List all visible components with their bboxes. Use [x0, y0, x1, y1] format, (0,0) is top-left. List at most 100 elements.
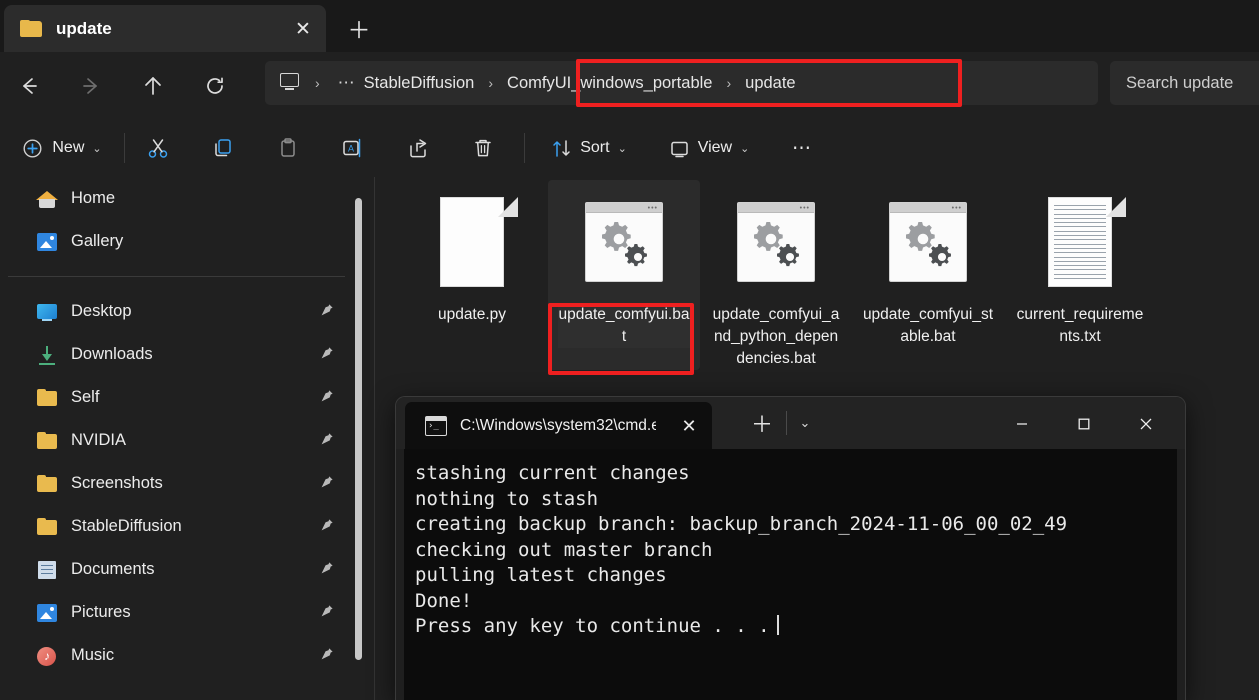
pin-icon[interactable] [319, 518, 335, 534]
file-name-label: current_requirements.txt [1016, 306, 1144, 345]
sidebar-item-label: Screenshots [71, 474, 163, 492]
share-button[interactable] [399, 129, 437, 167]
terminal-prompt-text: Press any key to continue . . . [415, 615, 770, 637]
sidebar-item-music[interactable]: ♪ Music [0, 634, 359, 677]
arrow-up-icon[interactable] [134, 67, 172, 105]
file-explorer-window: update ✕ ＋ › ⋯ StableDiffusion › ComfyUI… [0, 0, 1259, 700]
cut-button[interactable] [139, 129, 177, 167]
pin-icon[interactable] [319, 303, 335, 319]
maximize-button[interactable] [1061, 405, 1107, 443]
home-icon [36, 188, 58, 210]
sidebar-item-label: Documents [71, 560, 155, 578]
sidebar-item-documents[interactable]: Documents [0, 548, 359, 591]
breadcrumb-separator: › [488, 75, 494, 91]
sort-button[interactable]: Sort ⌄ [540, 129, 638, 167]
pin-icon[interactable] [319, 561, 335, 577]
search-placeholder: Search update [1126, 73, 1234, 92]
sidebar-item-screenshots[interactable]: Screenshots [0, 462, 359, 505]
terminal-tab-title: C:\Windows\system32\cmd.e [460, 416, 656, 434]
breadcrumb-overflow[interactable]: ⋯ [332, 73, 362, 93]
sidebar-item-label: Gallery [71, 232, 124, 250]
command-prompt-window[interactable]: C:\Windows\system32\cmd.e ✕ ＋ ⌄ stashing… [396, 397, 1185, 700]
folder-icon [36, 473, 58, 495]
refresh-icon[interactable] [196, 67, 234, 105]
share-icon [410, 139, 427, 158]
pin-icon[interactable] [319, 647, 335, 663]
breadcrumb-item-stablediffusion[interactable]: StableDiffusion [362, 71, 477, 96]
delete-button[interactable] [464, 129, 502, 167]
gallery-icon [36, 231, 58, 253]
pin-icon[interactable] [319, 475, 335, 491]
arrow-right-icon [72, 67, 110, 105]
close-icon[interactable]: ✕ [290, 16, 316, 42]
sidebar-item-label: StableDiffusion [71, 517, 182, 535]
sidebar-item-self[interactable]: Self [0, 376, 359, 419]
sidebar-item-stablediffusion[interactable]: StableDiffusion [0, 505, 359, 548]
copy-button[interactable] [204, 129, 242, 167]
rename-icon: A [343, 138, 361, 158]
sidebar-scrollbar[interactable] [355, 198, 362, 660]
search-input[interactable]: Search update [1110, 61, 1259, 105]
toolbar-divider [524, 133, 525, 163]
sidebar-item-pictures[interactable]: Pictures [0, 591, 359, 634]
bat-file-icon: ••• [578, 188, 670, 296]
sidebar-item-gallery[interactable]: Gallery [0, 220, 359, 263]
chevron-down-icon[interactable]: ⌄ [792, 410, 818, 436]
sidebar-item-home[interactable]: Home [0, 177, 359, 220]
close-button[interactable] [1123, 405, 1169, 443]
file-item[interactable]: update.py [396, 180, 548, 370]
more-options-button[interactable]: ⋯ [782, 129, 822, 167]
console-icon [425, 415, 447, 436]
address-bar[interactable]: › ⋯ StableDiffusion › ComfyUI_windows_po… [265, 61, 1098, 105]
music-icon: ♪ [36, 645, 58, 667]
this-pc-icon[interactable] [279, 73, 301, 93]
sidebar-item-nvidia[interactable]: NVIDIA [0, 419, 359, 462]
terminal-line-with-cursor: Press any key to continue . . . [415, 614, 1177, 640]
scissors-icon [148, 139, 168, 158]
terminal-line: creating backup branch: backup_branch_20… [415, 513, 1068, 535]
desktop-icon [36, 301, 58, 323]
paste-button[interactable] [269, 129, 307, 167]
copy-icon [215, 139, 231, 157]
file-item[interactable]: ••• update_comfyui_and_python_dependenci… [700, 180, 852, 370]
file-item[interactable]: ••• update_comfyui.bat [548, 180, 700, 370]
file-item[interactable]: ••• update_comfyui_stable.bat [852, 180, 1004, 370]
new-button[interactable]: New ⌄ [10, 129, 114, 167]
terminal-output[interactable]: stashing current changes nothing to stas… [404, 449, 1177, 700]
minimize-button[interactable] [999, 405, 1045, 443]
file-name-label: update_comfyui_stable.bat [862, 306, 994, 345]
sidebar-item-label: Pictures [71, 603, 131, 621]
pin-icon[interactable] [319, 389, 335, 405]
pin-icon[interactable] [319, 604, 335, 620]
breadcrumb-item-comfyui-windows-portable[interactable]: ComfyUI_windows_portable [505, 71, 714, 96]
arrow-left-icon[interactable] [10, 67, 48, 105]
file-name-label: update_comfyui_and_python_dependencies.b… [712, 306, 840, 367]
sidebar-item-downloads[interactable]: Downloads [0, 333, 359, 376]
terminal-line: stashing current changes [415, 462, 690, 484]
pin-icon[interactable] [319, 346, 335, 362]
terminal-tab[interactable]: C:\Windows\system32\cmd.e ✕ [405, 402, 712, 449]
file-grid: update.py ••• update_comfyui.bat ••• upd… [396, 180, 1156, 370]
sidebar-item-desktop[interactable]: Desktop [0, 290, 359, 333]
terminal-line: nothing to stash [415, 487, 599, 510]
sidebar-divider [8, 276, 345, 277]
folder-icon [36, 430, 58, 452]
pin-icon[interactable] [319, 432, 335, 448]
rename-button[interactable]: A [334, 129, 372, 167]
breadcrumb-item-update[interactable]: update [743, 71, 797, 96]
view-button[interactable]: View ⌄ [658, 129, 760, 167]
navigation-pane: Home Gallery Desktop Downloads Self NVID… [0, 177, 375, 700]
new-terminal-tab-button[interactable]: ＋ [748, 409, 776, 437]
chevron-down-icon: ⌄ [617, 142, 627, 155]
sidebar-item-label: Downloads [71, 345, 153, 363]
new-tab-button[interactable]: ＋ [344, 13, 374, 43]
explorer-tab-update[interactable]: update ✕ [4, 5, 326, 52]
close-icon[interactable]: ✕ [678, 415, 700, 437]
python-file-icon [426, 188, 518, 296]
paste-icon [281, 138, 295, 157]
file-item[interactable]: current_requirements.txt [1004, 180, 1156, 370]
terminal-line: Done! [415, 589, 473, 612]
bat-file-icon: ••• [730, 188, 822, 296]
view-icon [670, 141, 688, 157]
terminal-divider [786, 411, 787, 435]
